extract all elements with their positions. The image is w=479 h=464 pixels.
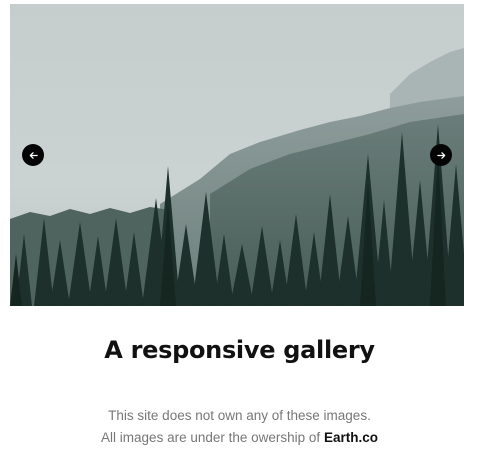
notice-line-1: This site does not own any of these imag…	[108, 408, 371, 423]
notice-line-2: All images are under the owership of Ear…	[0, 427, 479, 449]
arrow-right-icon	[436, 151, 445, 159]
page-title: A responsive gallery	[104, 336, 375, 364]
ownership-notice: This site does not own any of these imag…	[0, 405, 479, 449]
previous-slide-button[interactable]	[22, 144, 44, 166]
notice-line-2-text: All images are under the owership of	[101, 430, 321, 445]
gallery-slide	[10, 4, 464, 306]
arrow-left-icon	[29, 151, 38, 159]
next-slide-button[interactable]	[430, 144, 452, 166]
forest-image	[10, 4, 464, 306]
brand-name: Earth.co	[323, 430, 378, 445]
